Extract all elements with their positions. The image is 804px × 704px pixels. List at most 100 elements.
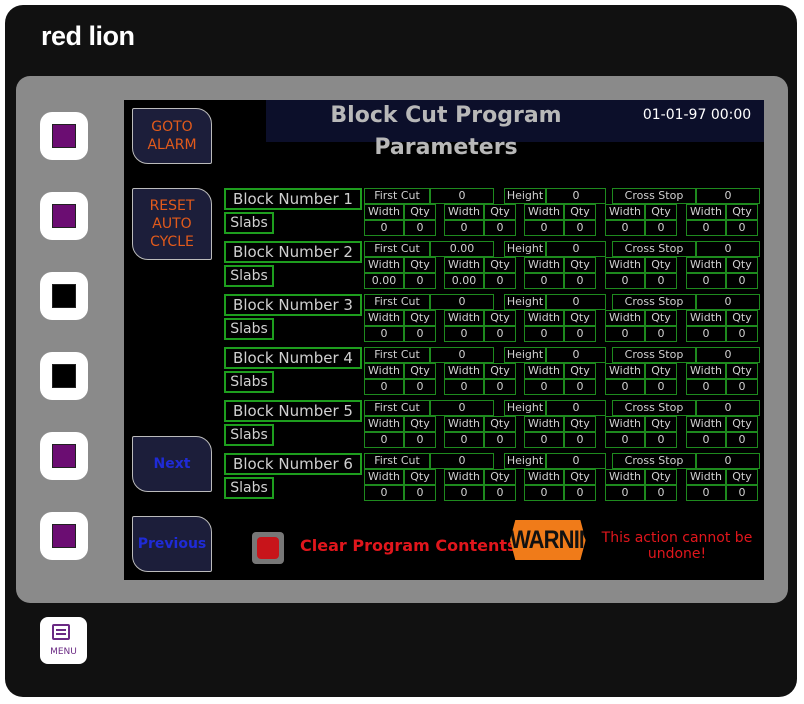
qty-value[interactable]: 0 — [484, 326, 516, 342]
clear-program-button[interactable] — [252, 532, 284, 564]
width-value[interactable]: 0 — [444, 379, 484, 395]
height-value[interactable]: 0 — [546, 188, 606, 204]
width-label: Width — [444, 204, 484, 220]
cross-stop-value[interactable]: 0 — [696, 453, 760, 469]
width-value[interactable]: 0 — [605, 326, 645, 342]
cross-stop-label: Cross Stop — [612, 347, 696, 363]
width-value[interactable]: 0 — [364, 485, 404, 501]
first-cut-value[interactable]: 0 — [430, 188, 494, 204]
height-value[interactable]: 0 — [546, 347, 606, 363]
height-value[interactable]: 0 — [546, 453, 606, 469]
width-value[interactable]: 0.00 — [364, 273, 404, 289]
hardware-key-2[interactable] — [40, 192, 88, 240]
qty-value[interactable]: 0 — [645, 220, 677, 236]
height-value[interactable]: 0 — [546, 294, 606, 310]
width-value[interactable]: 0 — [364, 379, 404, 395]
width-value[interactable]: 0 — [605, 220, 645, 236]
qty-value[interactable]: 0 — [404, 432, 436, 448]
width-label: Width — [364, 363, 404, 379]
qty-value[interactable]: 0 — [726, 220, 758, 236]
block-title: Block Number 1 — [224, 188, 362, 210]
cross-stop-value[interactable]: 0 — [696, 347, 760, 363]
qty-value[interactable]: 0 — [404, 485, 436, 501]
key-indicator-icon — [52, 444, 76, 468]
qty-label: Qty — [645, 310, 677, 326]
qty-value[interactable]: 0 — [645, 326, 677, 342]
width-value[interactable]: 0 — [686, 220, 726, 236]
reset-auto-cycle-button[interactable]: RESET AUTO CYCLE — [132, 188, 212, 260]
hardware-key-4[interactable] — [40, 352, 88, 400]
first-cut-value[interactable]: 0.00 — [430, 241, 494, 257]
qty-value[interactable]: 0 — [484, 485, 516, 501]
height-value[interactable]: 0 — [546, 400, 606, 416]
goto-alarm-button[interactable]: GOTO ALARM — [132, 108, 212, 164]
width-value[interactable]: 0 — [524, 379, 564, 395]
cross-stop-value[interactable]: 0 — [696, 294, 760, 310]
cross-stop-value[interactable]: 0 — [696, 400, 760, 416]
width-value[interactable]: 0 — [364, 432, 404, 448]
width-value[interactable]: 0.00 — [444, 273, 484, 289]
first-cut-value[interactable]: 0 — [430, 453, 494, 469]
qty-value[interactable]: 0 — [404, 379, 436, 395]
qty-value[interactable]: 0 — [484, 432, 516, 448]
width-value[interactable]: 0 — [524, 432, 564, 448]
qty-value[interactable]: 0 — [484, 273, 516, 289]
width-label: Width — [364, 469, 404, 485]
next-button[interactable]: Next — [132, 436, 212, 492]
cross-stop-value[interactable]: 0 — [696, 188, 760, 204]
qty-value[interactable]: 0 — [726, 485, 758, 501]
first-cut-value[interactable]: 0 — [430, 347, 494, 363]
qty-value[interactable]: 0 — [645, 432, 677, 448]
qty-value[interactable]: 0 — [404, 220, 436, 236]
cross-stop-value[interactable]: 0 — [696, 241, 760, 257]
width-value[interactable]: 0 — [605, 379, 645, 395]
width-value[interactable]: 0 — [605, 485, 645, 501]
hardware-key-5[interactable] — [40, 432, 88, 480]
width-value[interactable]: 0 — [444, 432, 484, 448]
qty-value[interactable]: 0 — [564, 432, 596, 448]
hardware-key-1[interactable] — [40, 112, 88, 160]
qty-value[interactable]: 0 — [726, 326, 758, 342]
qty-value[interactable]: 0 — [564, 273, 596, 289]
width-label: Width — [364, 204, 404, 220]
width-value[interactable]: 0 — [686, 379, 726, 395]
qty-value[interactable]: 0 — [404, 326, 436, 342]
qty-value[interactable]: 0 — [726, 432, 758, 448]
qty-value[interactable]: 0 — [564, 485, 596, 501]
qty-value[interactable]: 0 — [645, 485, 677, 501]
first-cut-value[interactable]: 0 — [430, 294, 494, 310]
width-value[interactable]: 0 — [686, 326, 726, 342]
width-value[interactable]: 0 — [444, 220, 484, 236]
qty-value[interactable]: 0 — [564, 326, 596, 342]
menu-button[interactable]: MENU — [40, 617, 87, 664]
width-value[interactable]: 0 — [364, 326, 404, 342]
width-value[interactable]: 0 — [524, 485, 564, 501]
qty-value[interactable]: 0 — [564, 220, 596, 236]
width-value[interactable]: 0 — [524, 220, 564, 236]
qty-value[interactable]: 0 — [645, 273, 677, 289]
width-value[interactable]: 0 — [444, 326, 484, 342]
qty-value[interactable]: 0 — [484, 379, 516, 395]
width-value[interactable]: 0 — [686, 273, 726, 289]
hardware-key-6[interactable] — [40, 512, 88, 560]
width-value[interactable]: 0 — [686, 485, 726, 501]
width-value[interactable]: 0 — [605, 432, 645, 448]
qty-value[interactable]: 0 — [726, 379, 758, 395]
width-value[interactable]: 0 — [524, 326, 564, 342]
previous-button[interactable]: Previous — [132, 516, 212, 572]
qty-value[interactable]: 0 — [404, 273, 436, 289]
qty-value[interactable]: 0 — [484, 220, 516, 236]
width-value[interactable]: 0 — [686, 432, 726, 448]
qty-value[interactable]: 0 — [726, 273, 758, 289]
width-value[interactable]: 0 — [524, 273, 564, 289]
first-cut-label: First Cut — [364, 400, 430, 416]
width-value[interactable]: 0 — [605, 273, 645, 289]
width-value[interactable]: 0 — [364, 220, 404, 236]
height-value[interactable]: 0 — [546, 241, 606, 257]
width-label: Width — [605, 257, 645, 273]
width-value[interactable]: 0 — [444, 485, 484, 501]
qty-value[interactable]: 0 — [645, 379, 677, 395]
hardware-key-3[interactable] — [40, 272, 88, 320]
first-cut-value[interactable]: 0 — [430, 400, 494, 416]
qty-value[interactable]: 0 — [564, 379, 596, 395]
